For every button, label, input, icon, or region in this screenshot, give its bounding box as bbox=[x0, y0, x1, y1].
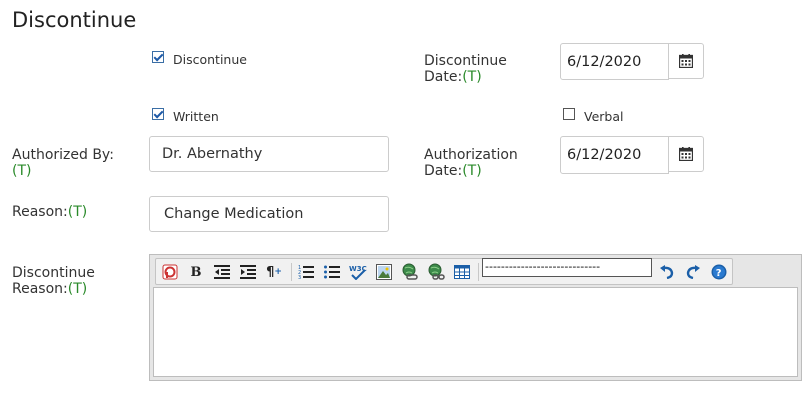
authorization-date-calendar-button[interactable] bbox=[668, 136, 704, 172]
bulleted-list-icon[interactable] bbox=[323, 263, 341, 281]
reason-input[interactable]: Change Medication bbox=[149, 196, 389, 232]
svg-text:?: ? bbox=[716, 268, 722, 279]
paragraph-icon[interactable]: ¶ + bbox=[265, 263, 283, 281]
calendar-icon bbox=[679, 54, 693, 68]
discontinue-date-label: Discontinue Date:(T) bbox=[424, 53, 507, 85]
table-icon[interactable] bbox=[453, 263, 471, 281]
undo-icon[interactable] bbox=[658, 263, 676, 281]
discontinue-checkbox-label: Discontinue bbox=[173, 52, 247, 67]
authorization-date-input[interactable]: 6/12/2020 bbox=[560, 136, 669, 174]
numbered-list-icon[interactable]: 123 bbox=[297, 263, 315, 281]
discontinue-reason-textarea[interactable] bbox=[153, 287, 798, 377]
svg-text:3: 3 bbox=[298, 275, 301, 279]
discontinue-checkbox[interactable] bbox=[152, 51, 164, 63]
verbal-checkbox[interactable] bbox=[563, 108, 575, 120]
bold-icon[interactable]: B bbox=[187, 263, 205, 281]
authorization-date-label: Authorization Date:(T) bbox=[424, 147, 518, 179]
redo-icon[interactable] bbox=[684, 263, 702, 281]
discontinue-date-calendar-button[interactable] bbox=[668, 43, 704, 79]
spellcheck-icon[interactable]: W3C bbox=[349, 263, 367, 281]
image-icon[interactable] bbox=[375, 263, 393, 281]
reason-label: Reason:(T) bbox=[12, 204, 88, 220]
indent-icon[interactable] bbox=[239, 263, 257, 281]
outdent-icon[interactable] bbox=[213, 263, 231, 281]
unlink-icon[interactable] bbox=[427, 263, 445, 281]
written-checkbox[interactable] bbox=[152, 108, 164, 120]
format-select[interactable]: ----------------------------- bbox=[482, 258, 652, 277]
calendar-icon bbox=[679, 147, 693, 161]
link-icon[interactable] bbox=[401, 263, 419, 281]
authorized-by-label: Authorized By: (T) bbox=[12, 147, 114, 179]
paste-word-icon[interactable] bbox=[161, 263, 179, 281]
discontinue-date-input[interactable]: 6/12/2020 bbox=[560, 43, 669, 80]
written-checkbox-label: Written bbox=[173, 109, 219, 124]
verbal-checkbox-label: Verbal bbox=[584, 109, 624, 124]
discontinue-reason-label: Discontinue Reason:(T) bbox=[12, 265, 95, 297]
page-title: Discontinue bbox=[12, 8, 137, 32]
authorized-by-input[interactable]: Dr. Abernathy bbox=[149, 136, 389, 172]
help-icon[interactable]: ? bbox=[710, 263, 728, 281]
